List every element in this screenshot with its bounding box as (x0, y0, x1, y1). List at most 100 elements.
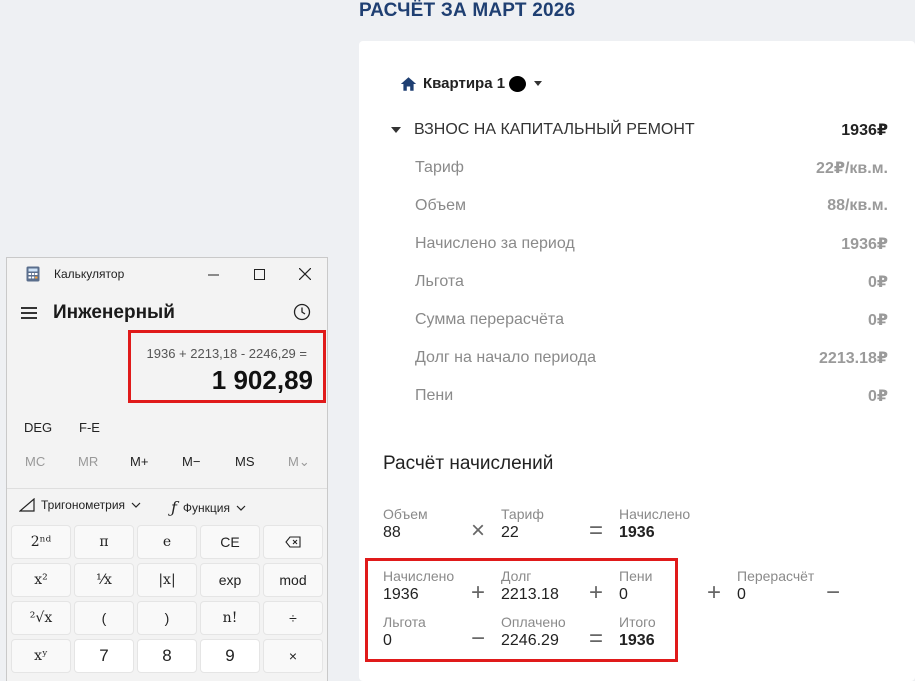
detail-label: Объем (415, 197, 466, 214)
detail-row-accrued: Начислено за период 1936₽ (415, 233, 888, 255)
detail-value: 1936₽ (841, 236, 888, 253)
mode-title: Инженерный (53, 302, 175, 323)
mod-key[interactable]: mod (263, 563, 323, 597)
memory-subtract-button[interactable]: M− (182, 454, 200, 469)
detail-value: 22₽/кв.м. (816, 160, 888, 177)
factorial-key[interactable]: n! (200, 601, 260, 635)
open-paren-key[interactable]: ( (74, 601, 134, 635)
second-function-key[interactable]: 2ⁿᵈ (11, 525, 71, 559)
absolute-key[interactable]: |x| (137, 563, 197, 597)
detail-value: 0₽ (867, 388, 888, 405)
memory-recall-button[interactable]: MR (78, 454, 98, 469)
formula-cell: Начислено 1936 (619, 505, 690, 543)
digit-9-key[interactable]: 9 (200, 639, 260, 673)
detail-row-tariff: Тариф 22₽/кв.м. (415, 157, 888, 179)
digit-8-key[interactable]: 8 (137, 639, 197, 673)
calculator-titlebar[interactable]: Калькулятор (7, 258, 327, 290)
plus-operator: + (707, 579, 722, 606)
detail-label: Начислено за период (415, 235, 575, 252)
detail-label: Долг на начало периода (415, 349, 597, 366)
clear-entry-key[interactable]: CE (200, 525, 260, 559)
memory-store-button[interactable]: MS (235, 454, 255, 469)
hamburger-menu-icon[interactable] (21, 307, 37, 319)
square-key[interactable]: x² (11, 563, 71, 597)
sqrt-key[interactable]: ²√x (11, 601, 71, 635)
minimize-button[interactable] (190, 258, 236, 290)
detail-value: 0₽ (867, 312, 888, 329)
highlight-box (128, 330, 326, 403)
formula-label: Перерасчёт (737, 568, 815, 584)
detail-label: Сумма перерасчёта (415, 311, 564, 328)
formula-value: 1936 (619, 524, 655, 541)
highlight-box (365, 558, 678, 662)
divider (7, 488, 327, 489)
formula-label: Объем (383, 506, 428, 522)
formula-label: Начислено (619, 506, 691, 522)
reciprocal-key[interactable]: ¹⁄x (74, 563, 134, 597)
section-title: Расчёт начислений (383, 453, 554, 474)
redaction-mark (509, 75, 527, 92)
calculator-window[interactable]: Калькулятор Инженерный 1936 + 2213,18 - … (6, 257, 328, 681)
history-icon[interactable] (293, 303, 311, 321)
formula-label: Тариф (501, 506, 544, 522)
chevron-down-icon (534, 81, 543, 86)
formula-value: 88 (383, 524, 401, 541)
maximize-button[interactable] (236, 258, 282, 290)
close-button[interactable] (282, 258, 328, 290)
detail-label: Пени (415, 387, 454, 404)
formula-value: 0 (737, 586, 746, 603)
detail-value: 2213.18₽ (819, 350, 888, 367)
close-paren-key[interactable]: ) (137, 601, 197, 635)
apartment-selector[interactable]: Квартира 1 (400, 75, 543, 92)
page-title: РАСЧЁТ ЗА МАРТ 2026 (359, 0, 576, 21)
window-title: Калькулятор (54, 267, 125, 281)
divide-key[interactable]: ÷ (263, 601, 323, 635)
close-icon (299, 268, 311, 280)
times-operator: × (471, 517, 486, 544)
service-row[interactable]: ВЗНОС НА КАПИТАЛЬНЫЙ РЕМОНТ 1936₽ (391, 119, 888, 141)
service-name: ВЗНОС НА КАПИТАЛЬНЫЙ РЕМОНТ (414, 121, 695, 138)
equals-operator: = (589, 517, 604, 544)
digit-7-key[interactable]: 7 (74, 639, 134, 673)
apartment-label: Квартира 1 (423, 75, 506, 92)
mode-header: Инженерный (21, 302, 175, 324)
detail-row-volume: Объем 88/кв.м. (415, 195, 888, 217)
formula-cell: Тариф 22 (501, 505, 544, 543)
function-icon: ƒ (171, 498, 177, 517)
angle-unit-button[interactable]: DEG (24, 420, 52, 435)
triangle-icon (19, 498, 35, 512)
memory-add-button[interactable]: M+ (130, 454, 148, 469)
detail-row-debt: Долг на начало периода 2213.18₽ (415, 347, 888, 369)
detail-value: 0₽ (867, 274, 888, 291)
maximize-icon (253, 268, 265, 280)
multiply-key[interactable]: × (263, 639, 323, 673)
function-menu-label: Функция (182, 500, 230, 515)
pi-key[interactable]: π (74, 525, 134, 559)
exp-key[interactable]: exp (200, 563, 260, 597)
detail-value: 88/кв.м. (827, 197, 888, 214)
detail-row-penalty: Пени 0₽ (415, 385, 888, 407)
minimize-icon (207, 274, 219, 275)
home-icon (400, 76, 417, 91)
trig-menu[interactable]: Тригонометрия (19, 498, 141, 512)
formula-cell: Объем 88 (383, 505, 428, 543)
power-key[interactable]: xʸ (11, 639, 71, 673)
detail-label: Тариф (415, 159, 464, 176)
collapse-triangle-icon[interactable] (391, 127, 401, 133)
service-sum: 1936₽ (841, 122, 888, 139)
chevron-down-icon (131, 502, 141, 508)
euler-key[interactable]: e (137, 525, 197, 559)
detail-row-benefit: Льгота 0₽ (415, 271, 888, 293)
detail-label: Льгота (415, 273, 464, 290)
memory-clear-button[interactable]: MC (25, 454, 45, 469)
function-menu[interactable]: ƒ Функция (171, 498, 246, 517)
minus-operator: − (826, 579, 841, 606)
backspace-key[interactable] (263, 525, 323, 559)
detail-row-recalc: Сумма перерасчёта 0₽ (415, 309, 888, 331)
calculator-app-icon (26, 266, 40, 282)
trig-menu-label: Тригонометрия (41, 498, 126, 512)
formula-value: 22 (501, 524, 519, 541)
backspace-icon (285, 536, 301, 548)
fe-button[interactable]: F-E (79, 420, 100, 435)
memory-list-button[interactable]: M⌄ (288, 454, 310, 470)
